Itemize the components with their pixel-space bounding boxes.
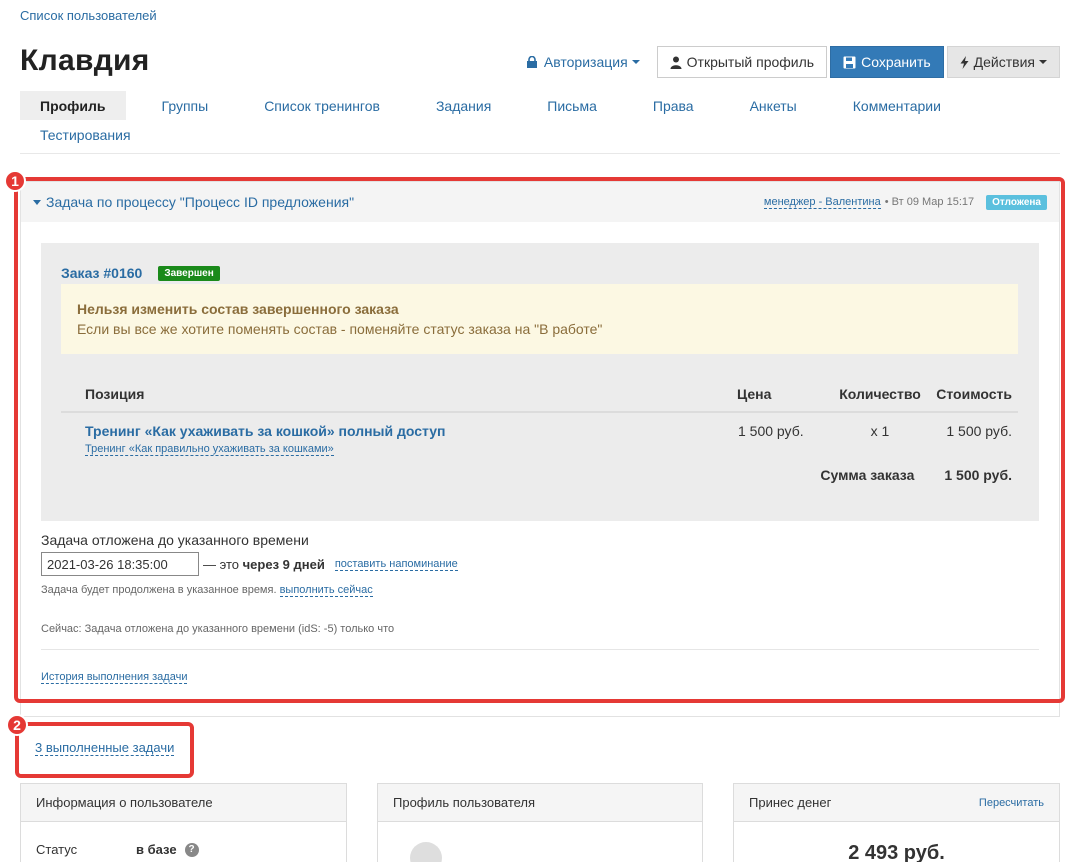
order-table: Позиция Цена Количество Стоимость Тренин… xyxy=(61,377,1018,483)
task-header: Задача по процессу "Процесс ID предложен… xyxy=(21,182,1059,222)
task-meta: менеджер - Валентина • Вт 09 Мар 15:17 О… xyxy=(763,194,1047,210)
col-total: Стоимость xyxy=(936,386,1012,402)
tab-questionnaires[interactable]: Анкеты xyxy=(730,91,817,120)
order-table-header: Позиция Цена Количество Стоимость xyxy=(61,377,1018,413)
tab-profile[interactable]: Профиль xyxy=(20,91,126,120)
panel-header: Принес денег Пересчитать xyxy=(734,784,1059,822)
continue-note: Задача будет продолжена в указанное врем… xyxy=(41,584,373,597)
table-row: Тренинг «Как ухаживать за кошкой» полный… xyxy=(61,413,1018,463)
order-item-training-link[interactable]: Тренинг «Как правильно ухаживать за кошк… xyxy=(85,443,334,456)
order-sum: Сумма заказа 1 500 руб. xyxy=(61,467,1018,483)
col-qty: Количество xyxy=(839,386,921,402)
now-status-note: Сейчас: Задача отложена до указанного вр… xyxy=(41,623,395,635)
postpone-relative-prefix: — это xyxy=(203,556,239,572)
revenue-panel: Принес денег Пересчитать 2 493 руб. xyxy=(733,783,1060,862)
actions-dropdown-button[interactable]: Действия xyxy=(946,46,1060,78)
toolbar: Авторизация Открытый профиль Сохранить Д… xyxy=(526,46,1060,78)
annotation-badge-1: 1 xyxy=(4,170,26,192)
tab-trainings[interactable]: Список тренингов xyxy=(244,91,400,120)
order-box: Заказ #0160 Завершен Нельзя изменить сос… xyxy=(41,243,1039,521)
bolt-icon xyxy=(960,55,969,69)
recalculate-link[interactable]: Пересчитать xyxy=(979,797,1044,809)
task-status-badge: Отложена xyxy=(986,194,1047,210)
lock-icon xyxy=(526,56,537,68)
save-label: Сохранить xyxy=(861,54,931,70)
help-icon[interactable]: ? xyxy=(184,842,199,857)
alert-title: Нельзя изменить состав завершенного зака… xyxy=(77,301,399,317)
user-profile-panel: Профиль пользователя xyxy=(377,783,703,862)
panel-title: Информация о пользователе xyxy=(36,795,213,810)
task-title[interactable]: Задача по процессу "Процесс ID предложен… xyxy=(46,194,354,210)
postpone-relative: — это через 9 дней xyxy=(203,557,325,572)
user-info-panel: Информация о пользователе Статус в базе … xyxy=(20,783,347,862)
postpone-label: Задача отложена до указанного времени xyxy=(41,532,309,548)
order-number-link[interactable]: Заказ #0160 xyxy=(61,265,142,281)
postpone-date-input[interactable] xyxy=(41,552,199,576)
task-datetime: • Вт 09 Мар 15:17 xyxy=(884,196,975,208)
col-price: Цена xyxy=(737,386,772,402)
panel-header: Информация о пользователе xyxy=(21,784,346,822)
order-item-total: 1 500 руб. xyxy=(946,423,1012,439)
order-item-qty: x 1 xyxy=(870,423,890,439)
order-item-cell: Тренинг «Как ухаживать за кошкой» полный… xyxy=(61,423,737,463)
divider xyxy=(41,649,1039,650)
save-icon xyxy=(843,56,856,68)
order-status-badge: Завершен xyxy=(158,265,220,281)
continue-note-text: Задача будет продолжена в указанное врем… xyxy=(41,584,277,596)
order-item-price: 1 500 руб. xyxy=(738,423,804,439)
col-position: Позиция xyxy=(85,386,145,402)
order-item-name-link[interactable]: Тренинг «Как ухаживать за кошкой» полный… xyxy=(85,423,737,439)
user-icon xyxy=(670,56,682,69)
tab-testing[interactable]: Тестирования xyxy=(20,120,151,149)
done-tasks-link[interactable]: 3 выполненные задачи xyxy=(35,740,175,756)
chevron-down-icon xyxy=(631,60,640,64)
order-sum-label: Сумма заказа xyxy=(820,467,915,483)
avatar xyxy=(410,842,442,862)
collapse-triangle-icon[interactable] xyxy=(33,199,41,205)
alert-text: Если вы все же хотите поменять состав - … xyxy=(77,321,603,337)
auth-dropdown[interactable]: Авторизация xyxy=(526,54,640,70)
chevron-down-icon xyxy=(1039,60,1047,64)
order-alert: Нельзя изменить состав завершенного зака… xyxy=(61,284,1018,354)
profile-tabs: Профиль Группы Список тренингов Задания … xyxy=(20,91,1060,154)
panel-title: Профиль пользователя xyxy=(393,795,536,810)
tab-tasks[interactable]: Задания xyxy=(416,91,511,120)
annotation-badge-2: 2 xyxy=(6,714,28,736)
page-title: Клавдия xyxy=(20,44,150,77)
task-manager-link[interactable]: менеджер - Валентина xyxy=(763,196,881,209)
actions-label: Действия xyxy=(973,54,1035,70)
order-sum-value: 1 500 руб. xyxy=(944,467,1012,483)
status-value: в базе xyxy=(136,842,177,857)
revenue-amount: 2 493 руб. xyxy=(848,842,945,862)
tab-rights[interactable]: Права xyxy=(633,91,714,120)
tab-letters[interactable]: Письма xyxy=(527,91,617,120)
breadcrumb-users-list[interactable]: Список пользователей xyxy=(20,8,157,23)
save-button[interactable]: Сохранить xyxy=(830,46,944,78)
panel-header: Профиль пользователя xyxy=(378,784,702,822)
tab-comments[interactable]: Комментарии xyxy=(833,91,961,120)
status-key: Статус xyxy=(36,842,78,857)
postpone-row: — это через 9 дней поставить напоминание xyxy=(41,552,458,576)
set-reminder-link[interactable]: поставить напоминание xyxy=(334,558,458,571)
postpone-relative-value: через 9 дней xyxy=(242,556,325,572)
status-row: Статус в базе ? xyxy=(21,822,346,857)
run-now-link[interactable]: выполнить сейчас xyxy=(279,584,373,597)
auth-label: Авторизация xyxy=(543,54,628,70)
open-profile-label: Открытый профиль xyxy=(686,54,815,70)
task-card: Задача по процессу "Процесс ID предложен… xyxy=(20,181,1060,717)
order-title: Заказ #0160 Завершен xyxy=(61,265,220,281)
tab-groups[interactable]: Группы xyxy=(142,91,229,120)
panel-title: Принес денег xyxy=(749,795,832,810)
task-history-link[interactable]: История выполнения задачи xyxy=(41,671,188,684)
open-profile-button[interactable]: Открытый профиль xyxy=(656,46,828,78)
